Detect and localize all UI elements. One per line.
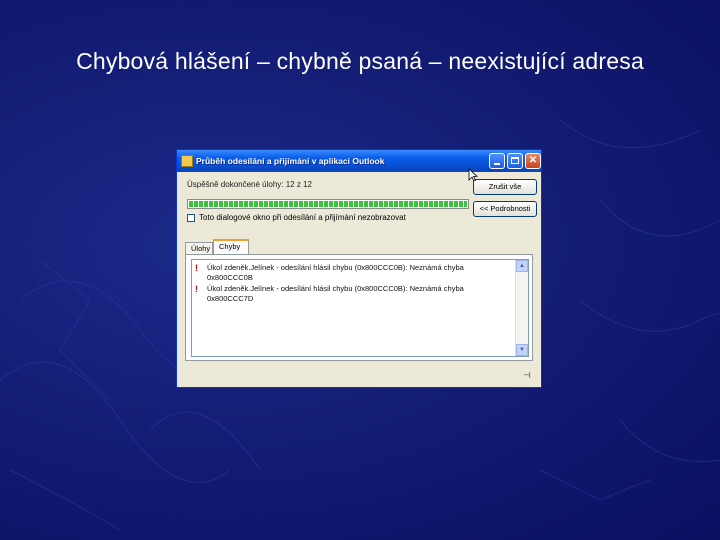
- cancel-all-button[interactable]: Zrušit vše: [473, 179, 537, 195]
- minimize-button[interactable]: [489, 153, 505, 169]
- minimize-icon: [494, 163, 500, 165]
- scroll-up-icon[interactable]: ▲: [516, 260, 528, 272]
- errors-list[interactable]: ! Úkol zdeněk.Jelínek - odesílání hlásil…: [191, 259, 529, 357]
- maximize-button[interactable]: [507, 153, 523, 169]
- dont-show-checkbox-row[interactable]: Toto dialogové okno při odesílání a přij…: [187, 213, 406, 222]
- error-text: Úkol zdeněk.Jelínek - odesílání hlásil c…: [207, 263, 464, 282]
- window-title: Průběh odesílání a přijímání v aplikaci …: [196, 156, 385, 166]
- error-exclamation-icon: !: [195, 263, 198, 273]
- dont-show-checkbox[interactable]: [187, 213, 195, 222]
- mouse-cursor-icon: [468, 168, 478, 182]
- dont-show-checkbox-label: Toto dialogové okno při odesílání a přij…: [199, 213, 406, 222]
- close-button[interactable]: ✕: [525, 153, 541, 169]
- slide-title: Chybová hlášení – chybně psaná – neexist…: [76, 48, 644, 74]
- pin-icon[interactable]: ⊣: [523, 370, 531, 381]
- errors-tab-panel: ! Úkol zdeněk.Jelínek - odesílání hlásil…: [185, 254, 533, 361]
- outlook-app-icon: [181, 155, 193, 167]
- maximize-icon: [511, 157, 519, 164]
- tab-errors[interactable]: Chyby: [213, 239, 249, 255]
- progress-bar: [187, 199, 469, 209]
- vertical-scrollbar[interactable]: ▲ ▼: [515, 260, 528, 356]
- status-text: Úspěšně dokončené úlohy: 12 z 12: [187, 180, 312, 189]
- scroll-down-icon[interactable]: ▼: [516, 344, 528, 356]
- close-icon: ✕: [528, 155, 538, 166]
- window-titlebar[interactable]: Průběh odesílání a přijímání v aplikaci …: [177, 150, 541, 172]
- error-text: Úkol zdeněk.Jelínek - odesílání hlásil c…: [207, 284, 464, 303]
- details-button[interactable]: << Podrobnosti: [473, 201, 537, 217]
- error-exclamation-icon: !: [195, 284, 198, 294]
- outlook-send-receive-dialog: Průběh odesílání a přijímání v aplikaci …: [176, 149, 542, 388]
- progress-fill: [189, 201, 467, 207]
